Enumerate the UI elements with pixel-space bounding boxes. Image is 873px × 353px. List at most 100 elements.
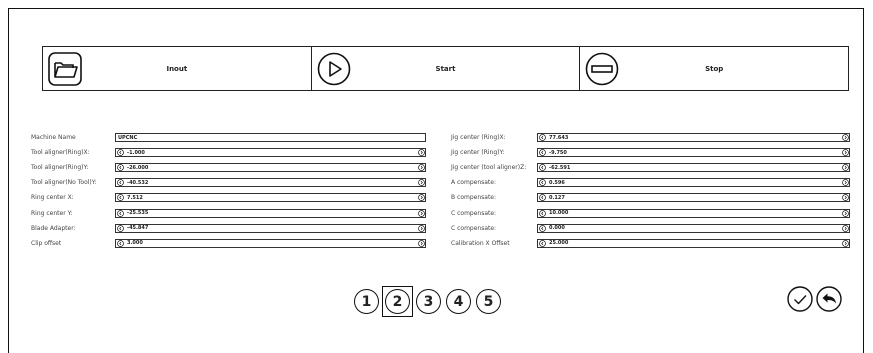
increment-button[interactable]: [841, 209, 849, 217]
increment-button[interactable]: [417, 239, 425, 247]
decrement-button[interactable]: [116, 239, 124, 247]
field-label: C compensate:: [451, 209, 497, 217]
param-row: Jig center (Ring)X: 77.643: [451, 130, 850, 145]
param-row: A compensate: 0.596: [451, 175, 850, 190]
decrement-button[interactable]: [116, 149, 124, 157]
decrement-button[interactable]: [538, 209, 546, 217]
param-row: C compensate: 0.000: [451, 221, 850, 236]
value-stepper[interactable]: -40.532: [115, 178, 426, 188]
chevron-right-icon: [841, 209, 849, 217]
page-button-4[interactable]: 4: [446, 289, 471, 314]
chevron-left-icon: [116, 179, 124, 187]
field-value: 3.000: [127, 240, 143, 247]
increment-button[interactable]: [841, 179, 849, 187]
chevron-left-icon: [538, 149, 546, 156]
decrement-button[interactable]: [538, 134, 546, 142]
chevron-left-icon: [116, 194, 124, 202]
value-stepper[interactable]: -1.000: [115, 148, 426, 158]
decrement-button[interactable]: [538, 179, 546, 187]
field-label: Calibration X Offset: [451, 239, 510, 247]
value-stepper[interactable]: 25.000: [537, 238, 850, 248]
decrement-button[interactable]: [116, 179, 124, 187]
field-label: Jig center (Ring)X:: [451, 134, 506, 142]
increment-button[interactable]: [417, 179, 425, 187]
increment-button[interactable]: [417, 209, 425, 217]
increment-button[interactable]: [841, 224, 849, 232]
start-button[interactable]: Start: [310, 46, 581, 91]
left-parameter-column: Machine Name UPCNC Tool aligner(Ring)X: …: [31, 130, 426, 251]
decrement-button[interactable]: [538, 164, 546, 172]
chevron-left-icon: [538, 224, 546, 232]
chevron-left-icon: [538, 134, 546, 141]
decrement-button[interactable]: [116, 209, 124, 217]
value-stepper[interactable]: -9.750: [537, 148, 850, 158]
field-value: -25.535: [127, 210, 149, 217]
chevron-right-icon: [417, 239, 425, 247]
value-stepper[interactable]: 3.000: [115, 238, 426, 248]
chevron-right-icon: [841, 239, 849, 247]
increment-button[interactable]: [841, 239, 849, 247]
decrement-button[interactable]: [116, 194, 124, 202]
decrement-button[interactable]: [538, 224, 546, 232]
chevron-left-icon: [538, 194, 546, 202]
page-button-2[interactable]: 2: [385, 289, 410, 314]
toolbar: Inout Start Stop: [42, 46, 850, 91]
param-row: Clip offset 3.000: [31, 236, 426, 251]
field-label: Jig center (Ring)Y:: [451, 149, 505, 157]
field-value: -26.000: [127, 164, 149, 171]
dialog-actions: [787, 286, 845, 312]
value-stepper[interactable]: 0.000: [537, 223, 850, 233]
value-stepper[interactable]: 7.512: [115, 193, 426, 203]
chevron-right-icon: [417, 164, 425, 172]
chevron-right-icon: [841, 224, 849, 232]
increment-button[interactable]: [841, 194, 849, 202]
value-stepper[interactable]: -62.591: [537, 163, 850, 173]
value-stepper[interactable]: -26.000: [115, 163, 426, 173]
page-button-1[interactable]: 1: [354, 289, 379, 314]
field-label: B compensate:: [451, 194, 497, 202]
field-value: UPCNC: [118, 134, 138, 141]
value-stepper[interactable]: 77.643: [537, 133, 850, 143]
field-value: 0.596: [549, 179, 565, 186]
increment-button[interactable]: [841, 149, 849, 157]
field-value: -1.000: [127, 149, 145, 156]
back-arrow-icon[interactable]: [816, 286, 842, 312]
decrement-button[interactable]: [116, 164, 124, 172]
field-label: Tool aligner(No Tool)Y:: [31, 179, 97, 187]
decrement-button[interactable]: [116, 224, 124, 232]
chevron-right-icon: [417, 179, 425, 187]
chevron-left-icon: [538, 179, 546, 187]
chevron-left-icon: [116, 224, 124, 232]
value-stepper[interactable]: 0.596: [537, 178, 850, 188]
machine-name-input[interactable]: UPCNC: [115, 133, 426, 143]
param-row: Blade Adapter: -45.847: [31, 221, 426, 236]
field-label: C compensate:: [451, 224, 497, 232]
page-button-5[interactable]: 5: [476, 289, 501, 314]
stop-button[interactable]: Stop: [579, 46, 850, 91]
increment-button[interactable]: [417, 224, 425, 232]
value-stepper[interactable]: -45.847: [115, 223, 426, 233]
chevron-left-icon: [116, 164, 124, 172]
chevron-left-icon: [116, 209, 124, 217]
page-button-3[interactable]: 3: [416, 289, 441, 314]
confirm-check-icon[interactable]: [787, 286, 813, 312]
field-value: -9.750: [549, 149, 567, 156]
decrement-button[interactable]: [538, 194, 546, 202]
input-button[interactable]: Inout: [42, 46, 312, 91]
field-value: 25.000: [549, 240, 569, 247]
param-row: Tool aligner(Ring)X: -1.000: [31, 145, 426, 160]
chevron-right-icon: [417, 194, 425, 202]
increment-button[interactable]: [841, 134, 849, 142]
increment-button[interactable]: [417, 164, 425, 172]
value-stepper[interactable]: 0.127: [537, 193, 850, 203]
increment-button[interactable]: [841, 164, 849, 172]
value-stepper[interactable]: 10.000: [537, 208, 850, 218]
decrement-button[interactable]: [538, 149, 546, 157]
increment-button[interactable]: [417, 194, 425, 202]
decrement-button[interactable]: [538, 239, 546, 247]
field-label: Blade Adapter:: [31, 224, 76, 232]
field-value: 77.643: [549, 134, 569, 141]
increment-button[interactable]: [417, 149, 425, 157]
input-button-label: Inout: [166, 64, 188, 73]
value-stepper[interactable]: -25.535: [115, 208, 426, 218]
